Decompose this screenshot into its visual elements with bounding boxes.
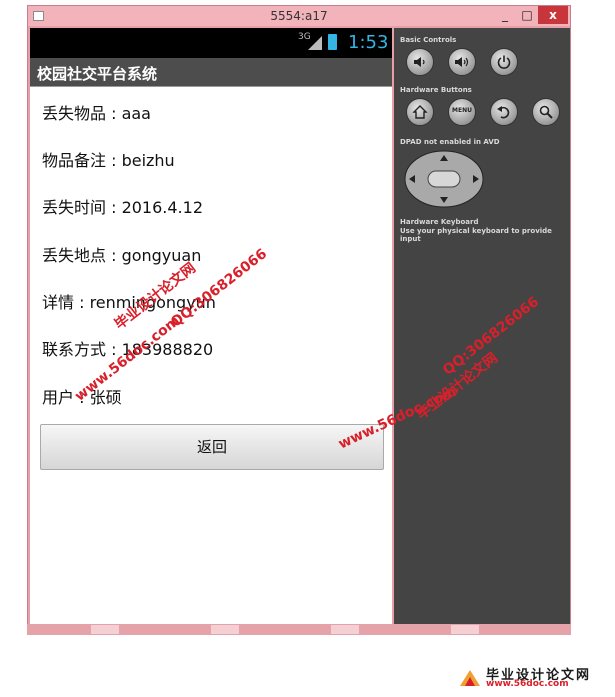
home-button[interactable] xyxy=(406,98,434,126)
dpad-label: DPAD not enabled in AVD xyxy=(400,138,500,146)
lost-location-field: 丢失地点 : gongyuan xyxy=(42,246,202,265)
window-titlebar[interactable]: 5554:a17 _ □ x xyxy=(28,6,570,26)
minimize-button[interactable]: _ xyxy=(496,6,514,24)
phone-screen: 3G 1:53 校园社交平台系统 丢失物品 : aaa 物品备注 : beizh… xyxy=(30,28,392,628)
hardware-keyboard-hint: Use your physical keyboard to provide in… xyxy=(400,227,552,243)
app-title-bar: 校园社交平台系统 xyxy=(30,58,392,87)
hardware-buttons-label: Hardware Buttons xyxy=(400,86,472,94)
status-clock: 1:53 xyxy=(348,32,389,53)
volume-up-button[interactable] xyxy=(448,48,476,76)
lost-item-field: 丢失物品 : aaa xyxy=(42,104,151,123)
basic-controls-label: Basic Controls xyxy=(400,36,457,44)
lost-time-field: 丢失时间 : 2016.4.12 xyxy=(42,198,203,217)
window-title: 5554:a17 xyxy=(270,9,328,23)
taskbar-item[interactable] xyxy=(211,625,239,634)
signal-icon xyxy=(308,36,322,50)
item-note-field: 物品备注 : beizhu xyxy=(42,151,175,170)
power-button[interactable] xyxy=(490,48,518,76)
site-logo-icon xyxy=(460,670,480,686)
app-title: 校园社交平台系统 xyxy=(37,65,158,83)
volume-up-icon xyxy=(455,57,469,67)
taskbar xyxy=(27,624,571,635)
emulator-window: 5554:a17 _ □ x 3G 1:53 校园社交平台系统 丢失物品 : a… xyxy=(27,5,571,633)
search-button[interactable] xyxy=(532,98,560,126)
back-button[interactable]: 返回 xyxy=(40,424,384,470)
dpad-control[interactable] xyxy=(404,150,484,208)
hardware-keyboard-label: Hardware Keyboard xyxy=(400,218,479,226)
power-icon xyxy=(497,55,511,69)
taskbar-item[interactable] xyxy=(451,625,479,634)
battery-icon xyxy=(328,34,337,50)
footer-site-url: www.56doc.com xyxy=(486,679,569,689)
home-icon xyxy=(412,105,428,119)
volume-down-button[interactable] xyxy=(406,48,434,76)
emulator-controls-panel: Basic Controls Hardware Buttons MENU DPA… xyxy=(394,28,570,628)
status-bar: 3G 1:53 xyxy=(30,28,392,58)
back-hardware-button[interactable] xyxy=(490,98,518,126)
footer-logo-block: 毕业设计论文网 www.56doc.com xyxy=(458,664,608,692)
maximize-button[interactable]: □ xyxy=(518,6,536,24)
search-icon xyxy=(539,105,553,119)
taskbar-item[interactable] xyxy=(331,625,359,634)
menu-icon: MENU xyxy=(452,107,472,114)
back-icon xyxy=(497,106,510,119)
volume-down-icon xyxy=(414,57,425,67)
menu-button[interactable]: MENU xyxy=(448,98,476,126)
close-button[interactable]: x xyxy=(538,6,568,24)
taskbar-item[interactable] xyxy=(91,625,119,634)
